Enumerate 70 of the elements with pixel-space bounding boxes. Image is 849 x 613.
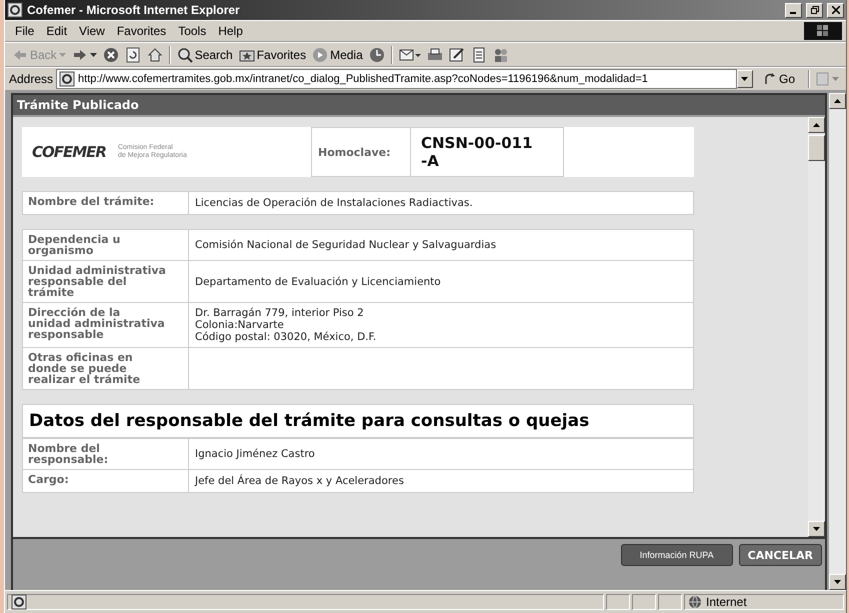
status-pane [632,594,656,610]
field-value: Licencias de Operación de Instalaciones Radiactivas. [195,197,473,209]
field-value: Departamento de Evaluación y Licenciamiento [195,276,441,288]
caret-icon [832,77,839,81]
homoclave-label: Homoclave: [311,127,411,177]
address-field[interactable]: http://www.cofemertramites.gob.mx/intranet/co_dialog_PublishedTramite.asp?coNodes=1196196&num_modalidad=1 [56,69,737,89]
up-arrow-icon [813,123,820,127]
close-icon [832,6,840,14]
people-icon [492,46,509,62]
field-value: Ignacio Jiménez Castro [195,448,315,460]
dialog-title: Trámite Publicado [13,95,825,115]
field-value: Jefe del Área de Rayos x y Aceleradores [195,475,404,487]
globe-icon [688,595,702,609]
restore-button[interactable] [806,2,823,18]
dropdown-button[interactable] [736,70,753,88]
field-value: Dr. Barragán 779, interior Piso 2 Colonia:Narvarte Código postal: 03020, México, D.F. [195,307,376,343]
toolbar-button[interactable]: Search [174,44,236,64]
caret-icon [58,52,66,56]
field-label: Cargo: [23,470,189,492]
page-icon [11,594,27,610]
up-arrow-icon [834,99,841,103]
search-icon [176,46,193,62]
status-pane [606,594,630,610]
down-arrow-icon [834,580,841,584]
refresh-icon [124,46,141,62]
field-label: Unidad administrativa responsable del trámite [23,261,189,302]
down-arrow-icon [813,527,820,531]
close-button[interactable] [827,2,844,18]
field-label: Dependencia u organismo [23,230,189,260]
field-value: Comisión Nacional de Seguridad Nuclear y Salvaguardias [195,239,496,251]
stop-icon [102,46,119,62]
restore-icon [810,6,818,14]
section-heading: Datos del responsable del trámite para consultas o quejas [23,405,693,438]
edit-icon [448,46,465,62]
menu-item[interactable]: Edit [40,21,74,41]
toolbar-button[interactable]: Media [309,44,366,64]
minimize-button[interactable] [785,2,802,18]
vertical-scrollbar[interactable] [808,117,825,537]
field-label: Nombre del responsable: [23,439,189,469]
menu-item[interactable]: File [9,21,40,41]
cancel-button[interactable]: CANCELAR [738,544,822,566]
zone-text: Internet [706,595,747,609]
clock-icon [368,46,385,62]
caret-icon [90,52,97,56]
menu-item[interactable]: Tools [172,21,212,41]
home-icon [146,46,163,62]
go-arrow-icon [762,72,777,86]
caret-icon [741,77,748,81]
page-icon [816,72,830,86]
menu-item[interactable]: Favorites [110,21,172,41]
scroll-thumb[interactable] [808,135,825,161]
media-icon [312,46,328,62]
printer-icon [426,46,443,62]
info-button[interactable]: Información RUPA [620,544,733,566]
page-icon [59,71,76,87]
field-label: Otras oficinas en donde se puede realizar el trámite [23,348,189,389]
address-label: Address [9,72,54,86]
field-label: Nombre del trámite: [23,192,189,214]
browser-icon [7,2,23,18]
homoclave-value: CNSN-00-011 -A [411,127,564,177]
menu-item[interactable]: View [73,21,111,41]
document-icon [470,46,487,62]
window-title: Cofemer - Microsoft Internet Explorer [27,3,241,17]
menu-item[interactable]: Help [212,21,249,41]
mail-icon [398,46,421,62]
toolbar-button[interactable]: Favorites [236,44,310,64]
vertical-scrollbar[interactable] [829,93,846,590]
status-pane [658,594,682,610]
go-button[interactable]: Go [752,72,805,86]
field-label: Dirección de la unidad administrativa responsable [23,303,189,347]
